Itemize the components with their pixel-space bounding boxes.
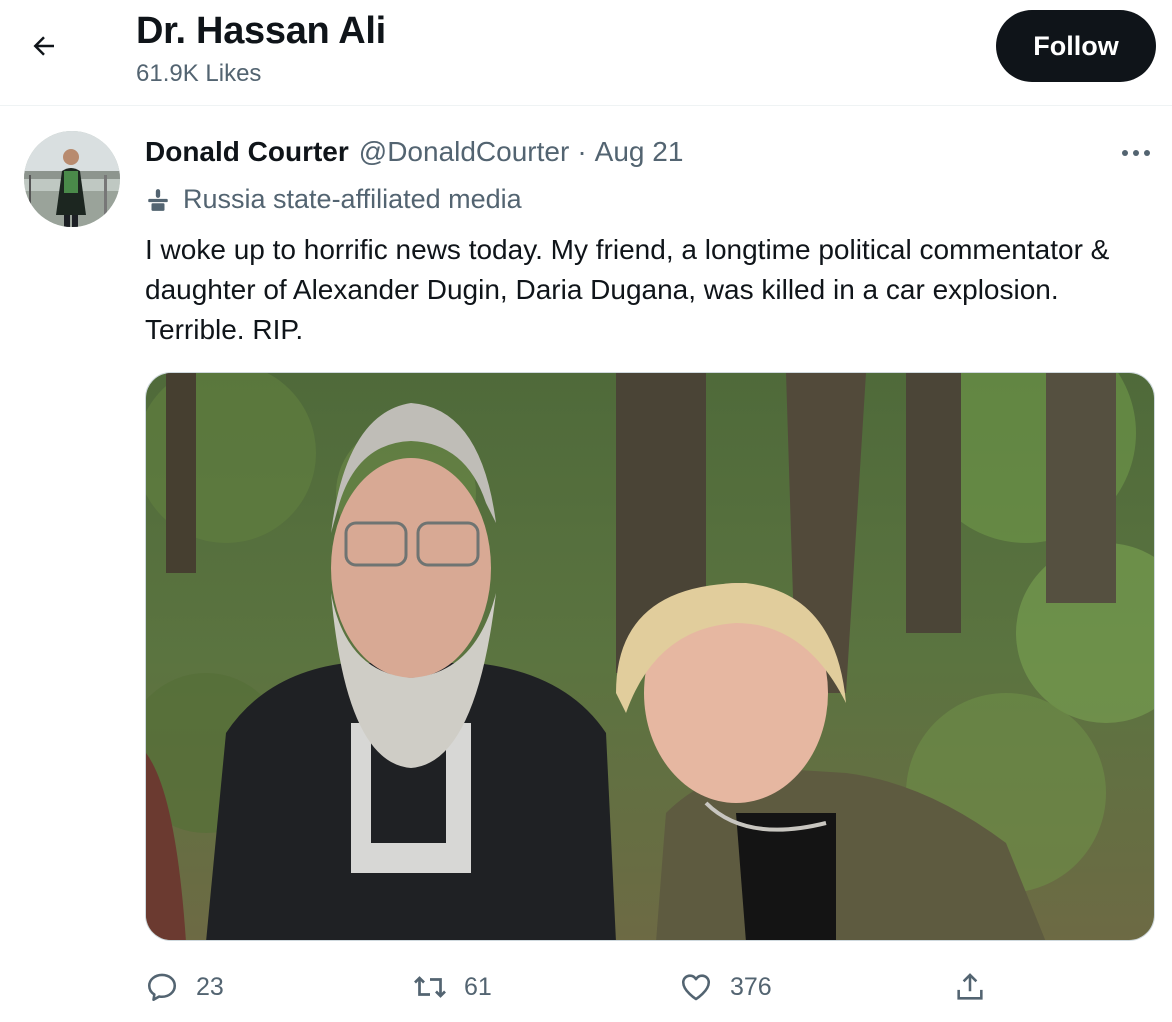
share-button[interactable] [950, 962, 1004, 1012]
reply-button[interactable]: 23 [142, 962, 224, 1012]
author-handle[interactable]: @DonaldCourter [359, 136, 570, 168]
heart-icon [676, 967, 716, 1007]
tweet-media-photo[interactable] [145, 372, 1155, 941]
author-name[interactable]: Donald Courter [145, 136, 349, 168]
like-button[interactable]: 376 [676, 962, 772, 1012]
more-horizontal-icon [1121, 144, 1151, 162]
likes-count: 61.9K Likes [136, 60, 262, 87]
retweet-count: 61 [464, 972, 492, 1001]
profile-header: Dr. Hassan Ali 61.9K Likes Follow [0, 0, 1172, 106]
photo-image-icon [146, 373, 1154, 940]
avatar-image [24, 131, 120, 227]
share-icon [950, 967, 990, 1007]
like-count: 376 [730, 972, 772, 1001]
tweet-date[interactable]: Aug 21 [595, 136, 684, 168]
arrow-left-icon [29, 31, 59, 66]
reply-bubble-icon [142, 967, 182, 1007]
tweet-header: Donald Courter @DonaldCourter · Aug 21 [145, 136, 683, 168]
more-options-button[interactable] [1116, 138, 1156, 168]
tweet-actions: 23 61 376 [0, 962, 1172, 1012]
state-media-label[interactable]: Russia state-affiliated media [145, 184, 522, 215]
retweet-button[interactable]: 61 [410, 962, 492, 1012]
separator-dot: · [577, 136, 587, 167]
back-button[interactable] [22, 26, 66, 70]
retweet-icon [410, 967, 450, 1007]
state-media-label-text: Russia state-affiliated media [183, 184, 522, 214]
avatar[interactable] [24, 131, 120, 227]
profile-name-title: Dr. Hassan Ali [136, 10, 386, 52]
tweet-text: I woke up to horrific news today. My fri… [145, 234, 1110, 345]
reply-count: 23 [196, 972, 224, 1001]
podium-icon [145, 186, 173, 214]
follow-button[interactable]: Follow [996, 10, 1156, 82]
